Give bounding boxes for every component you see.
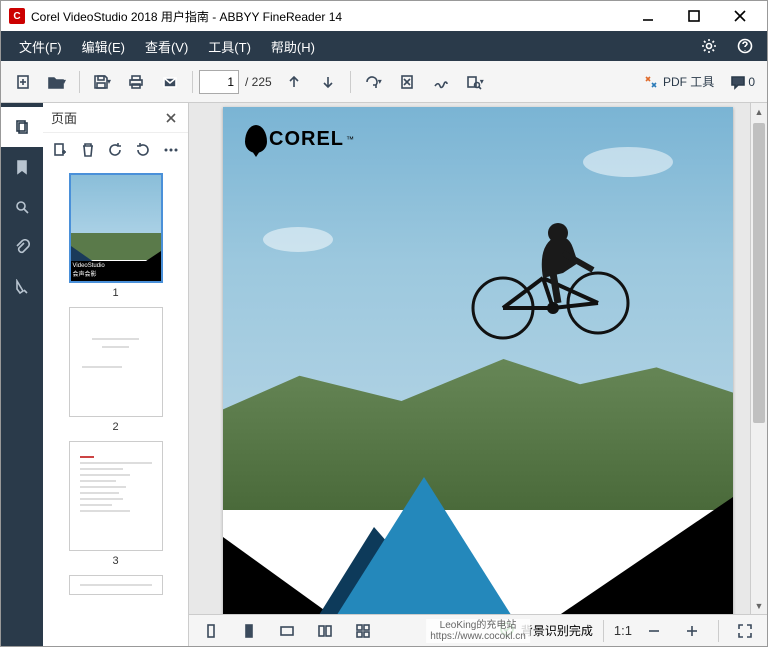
delete-icon[interactable] [77,138,99,162]
more-icon[interactable] [160,138,182,162]
tab-signatures[interactable] [1,267,43,307]
thumb-4[interactable] [69,575,163,595]
thumb-2[interactable]: 2 [69,307,163,433]
view-single-icon[interactable] [195,615,227,647]
signature-button[interactable] [425,66,457,98]
corel-logo: COREL™ [245,125,354,153]
menu-help[interactable]: 帮助(H) [261,31,325,62]
close-button[interactable] [717,1,763,31]
panel-toolbar [43,133,188,167]
view-twopage-icon[interactable] [309,615,341,647]
view-continuous-icon[interactable] [233,615,265,647]
document-viewer: COREL™ [189,103,767,646]
open-button[interactable]: ▾ [41,66,73,98]
pages-panel: 页面 VideoStudio会声会影 1 2 [43,103,189,646]
zoom-label: 1:1 [614,623,632,638]
view-twopage-cont-icon[interactable] [347,615,379,647]
main-area: 页面 VideoStudio会声会影 1 2 [1,103,767,646]
page-number-input[interactable] [199,70,239,94]
scroll-thumb[interactable] [753,123,765,423]
menu-tools[interactable]: 工具(T) [198,31,261,62]
comments-count: 0 [748,75,755,89]
scroll-up-icon[interactable]: ▲ [751,103,767,120]
pdf-tools-button[interactable]: PDF 工具 [637,69,720,94]
new-button[interactable] [7,66,39,98]
rotate-ccw-icon[interactable] [105,138,127,162]
pdf-tools-label: PDF 工具 [663,73,714,90]
app-icon: C [9,8,25,24]
tab-bookmarks[interactable] [1,147,43,187]
menu-edit[interactable]: 编辑(E) [72,31,135,62]
scroll-down-icon[interactable]: ▼ [751,597,767,614]
statusbar: LeoKing的充电站 https://www.cocokl.cn 背景识别完成… [189,614,767,646]
zoom-in-button[interactable] [676,615,708,647]
menubar: 文件(F) 编辑(E) 查看(V) 工具(T) 帮助(H) [1,31,767,61]
viewer-scroll[interactable]: COREL™ [189,103,767,614]
thumb-1[interactable]: VideoStudio会声会影 1 [69,173,163,299]
toolbar: ▾ ▾ / 225 ▾ ▾ PDF 工具 0 [1,61,767,103]
delete-page-button[interactable] [391,66,423,98]
settings-icon[interactable] [695,32,723,60]
print-button[interactable] [120,66,152,98]
biker-image [458,208,638,351]
next-page-button[interactable] [312,66,344,98]
fullscreen-button[interactable] [729,615,761,647]
help-icon[interactable] [731,32,759,60]
status-text: 背景识别完成 [521,622,593,639]
zoom-out-button[interactable] [638,615,670,647]
page-content: COREL™ [223,107,733,614]
rotate-button[interactable]: ▾ [357,66,389,98]
watermark: LeoKing的充电站 https://www.cocokl.cn [426,619,530,643]
vertical-scrollbar[interactable]: ▲ ▼ [750,103,767,614]
mail-button[interactable] [154,66,186,98]
panel-title: 页面 [51,108,162,127]
comments-button[interactable]: 0 [724,70,761,94]
lookup-button[interactable]: ▾ [459,66,491,98]
window-title: Corel VideoStudio 2018 用户指南 - ABBYY Fine… [31,8,625,25]
tab-pages[interactable] [1,107,43,147]
titlebar: C Corel VideoStudio 2018 用户指南 - ABBYY Fi… [1,1,767,31]
view-fitwidth-icon[interactable] [271,615,303,647]
prev-page-button[interactable] [278,66,310,98]
thumbnail-list[interactable]: VideoStudio会声会影 1 2 3 [43,167,188,646]
save-button[interactable]: ▾ [86,66,118,98]
menu-file[interactable]: 文件(F) [9,31,72,62]
tab-search[interactable] [1,187,43,227]
maximize-button[interactable] [671,1,717,31]
menu-view[interactable]: 查看(V) [135,31,198,62]
page-total-label: / 225 [245,75,272,89]
minimize-button[interactable] [625,1,671,31]
tab-attachments[interactable] [1,227,43,267]
rotate-cw-icon[interactable] [132,138,154,162]
thumb-3[interactable]: 3 [69,441,163,567]
sidebar-tabs [1,103,43,646]
panel-close-button[interactable] [162,109,180,127]
add-page-icon[interactable] [49,138,71,162]
